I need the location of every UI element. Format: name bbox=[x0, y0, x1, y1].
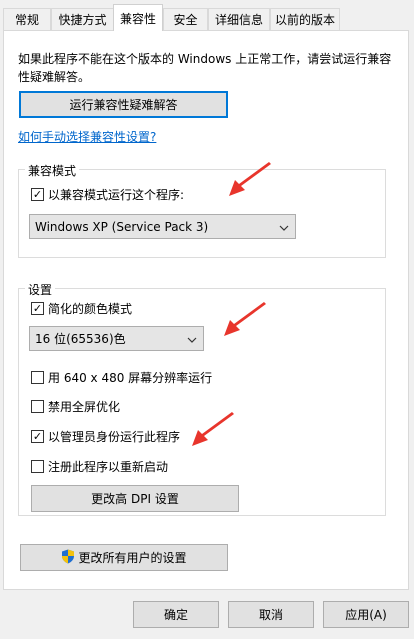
manual-settings-link[interactable]: 如何手动选择兼容性设置? bbox=[18, 128, 156, 145]
checkbox-box[interactable] bbox=[31, 460, 44, 473]
intro-text: 如果此程序不能在这个版本的 Windows 上正常工作，请尝试运行兼容性疑难解答… bbox=[18, 52, 392, 84]
change-dpi-button[interactable]: 更改高 DPI 设置 bbox=[31, 485, 239, 512]
tab-general[interactable]: 常规 bbox=[3, 8, 51, 30]
run-as-admin-checkbox[interactable]: ✓ 以管理员身份运行此程序 bbox=[31, 428, 180, 445]
compat-mode-checkbox[interactable]: ✓ 以兼容模式运行这个程序: bbox=[31, 186, 184, 203]
tab-previous-versions[interactable]: 以前的版本 bbox=[270, 8, 340, 30]
compat-mode-label: 以兼容模式运行这个程序: bbox=[48, 188, 185, 202]
settings-title: 设置 bbox=[25, 281, 56, 298]
change-all-users-label: 更改所有用户的设置 bbox=[78, 551, 187, 565]
tab-shortcut[interactable]: 快捷方式 bbox=[51, 8, 114, 30]
reduced-color-checkbox[interactable]: ✓ 简化的颜色模式 bbox=[31, 300, 132, 317]
tab-compatibility[interactable]: 兼容性 bbox=[113, 4, 163, 31]
cancel-button[interactable]: 取消 bbox=[228, 601, 314, 628]
annotation-arrow-icon bbox=[192, 412, 234, 446]
checkbox-box[interactable]: ✓ bbox=[31, 302, 44, 315]
tab-security[interactable]: 安全 bbox=[163, 8, 208, 30]
disable-fullscreen-checkbox[interactable]: 禁用全屏优化 bbox=[31, 398, 120, 415]
color-depth-value: 16 位(65536)色 bbox=[35, 332, 126, 346]
annotation-arrow-icon bbox=[229, 162, 271, 196]
res-640-label: 用 640 x 480 屏幕分辨率运行 bbox=[48, 371, 213, 385]
register-restart-checkbox[interactable]: 注册此程序以重新启动 bbox=[31, 458, 168, 475]
checkbox-box[interactable]: ✓ bbox=[31, 188, 44, 201]
checkbox-box[interactable]: ✓ bbox=[31, 430, 44, 443]
reduced-color-label: 简化的颜色模式 bbox=[48, 302, 133, 316]
ok-button[interactable]: 确定 bbox=[133, 601, 219, 628]
change-all-users-button[interactable]: 更改所有用户的设置 bbox=[20, 544, 228, 571]
tab-strip: 常规 快捷方式 兼容性 安全 详细信息 以前的版本 bbox=[0, 0, 414, 31]
checkbox-box[interactable] bbox=[31, 400, 44, 413]
checkbox-box[interactable] bbox=[31, 371, 44, 384]
res-640-checkbox[interactable]: 用 640 x 480 屏幕分辨率运行 bbox=[31, 369, 212, 386]
annotation-arrow-icon bbox=[224, 302, 266, 336]
compat-mode-title: 兼容模式 bbox=[25, 162, 80, 179]
compat-os-value: Windows XP (Service Pack 3) bbox=[35, 219, 209, 234]
compat-os-select[interactable]: Windows XP (Service Pack 3) bbox=[29, 214, 296, 239]
run-as-admin-label: 以管理员身份运行此程序 bbox=[48, 430, 181, 444]
apply-button[interactable]: 应用(A) bbox=[323, 601, 409, 628]
color-depth-select[interactable]: 16 位(65536)色 bbox=[29, 326, 204, 351]
register-restart-label: 注册此程序以重新启动 bbox=[48, 460, 169, 474]
chevron-down-icon bbox=[279, 220, 289, 234]
run-troubleshooter-button[interactable]: 运行兼容性疑难解答 bbox=[19, 91, 228, 118]
disable-fullscreen-label: 禁用全屏优化 bbox=[48, 400, 121, 414]
uac-shield-icon bbox=[61, 549, 75, 567]
tab-details[interactable]: 详细信息 bbox=[208, 8, 270, 30]
chevron-down-icon bbox=[187, 332, 197, 346]
